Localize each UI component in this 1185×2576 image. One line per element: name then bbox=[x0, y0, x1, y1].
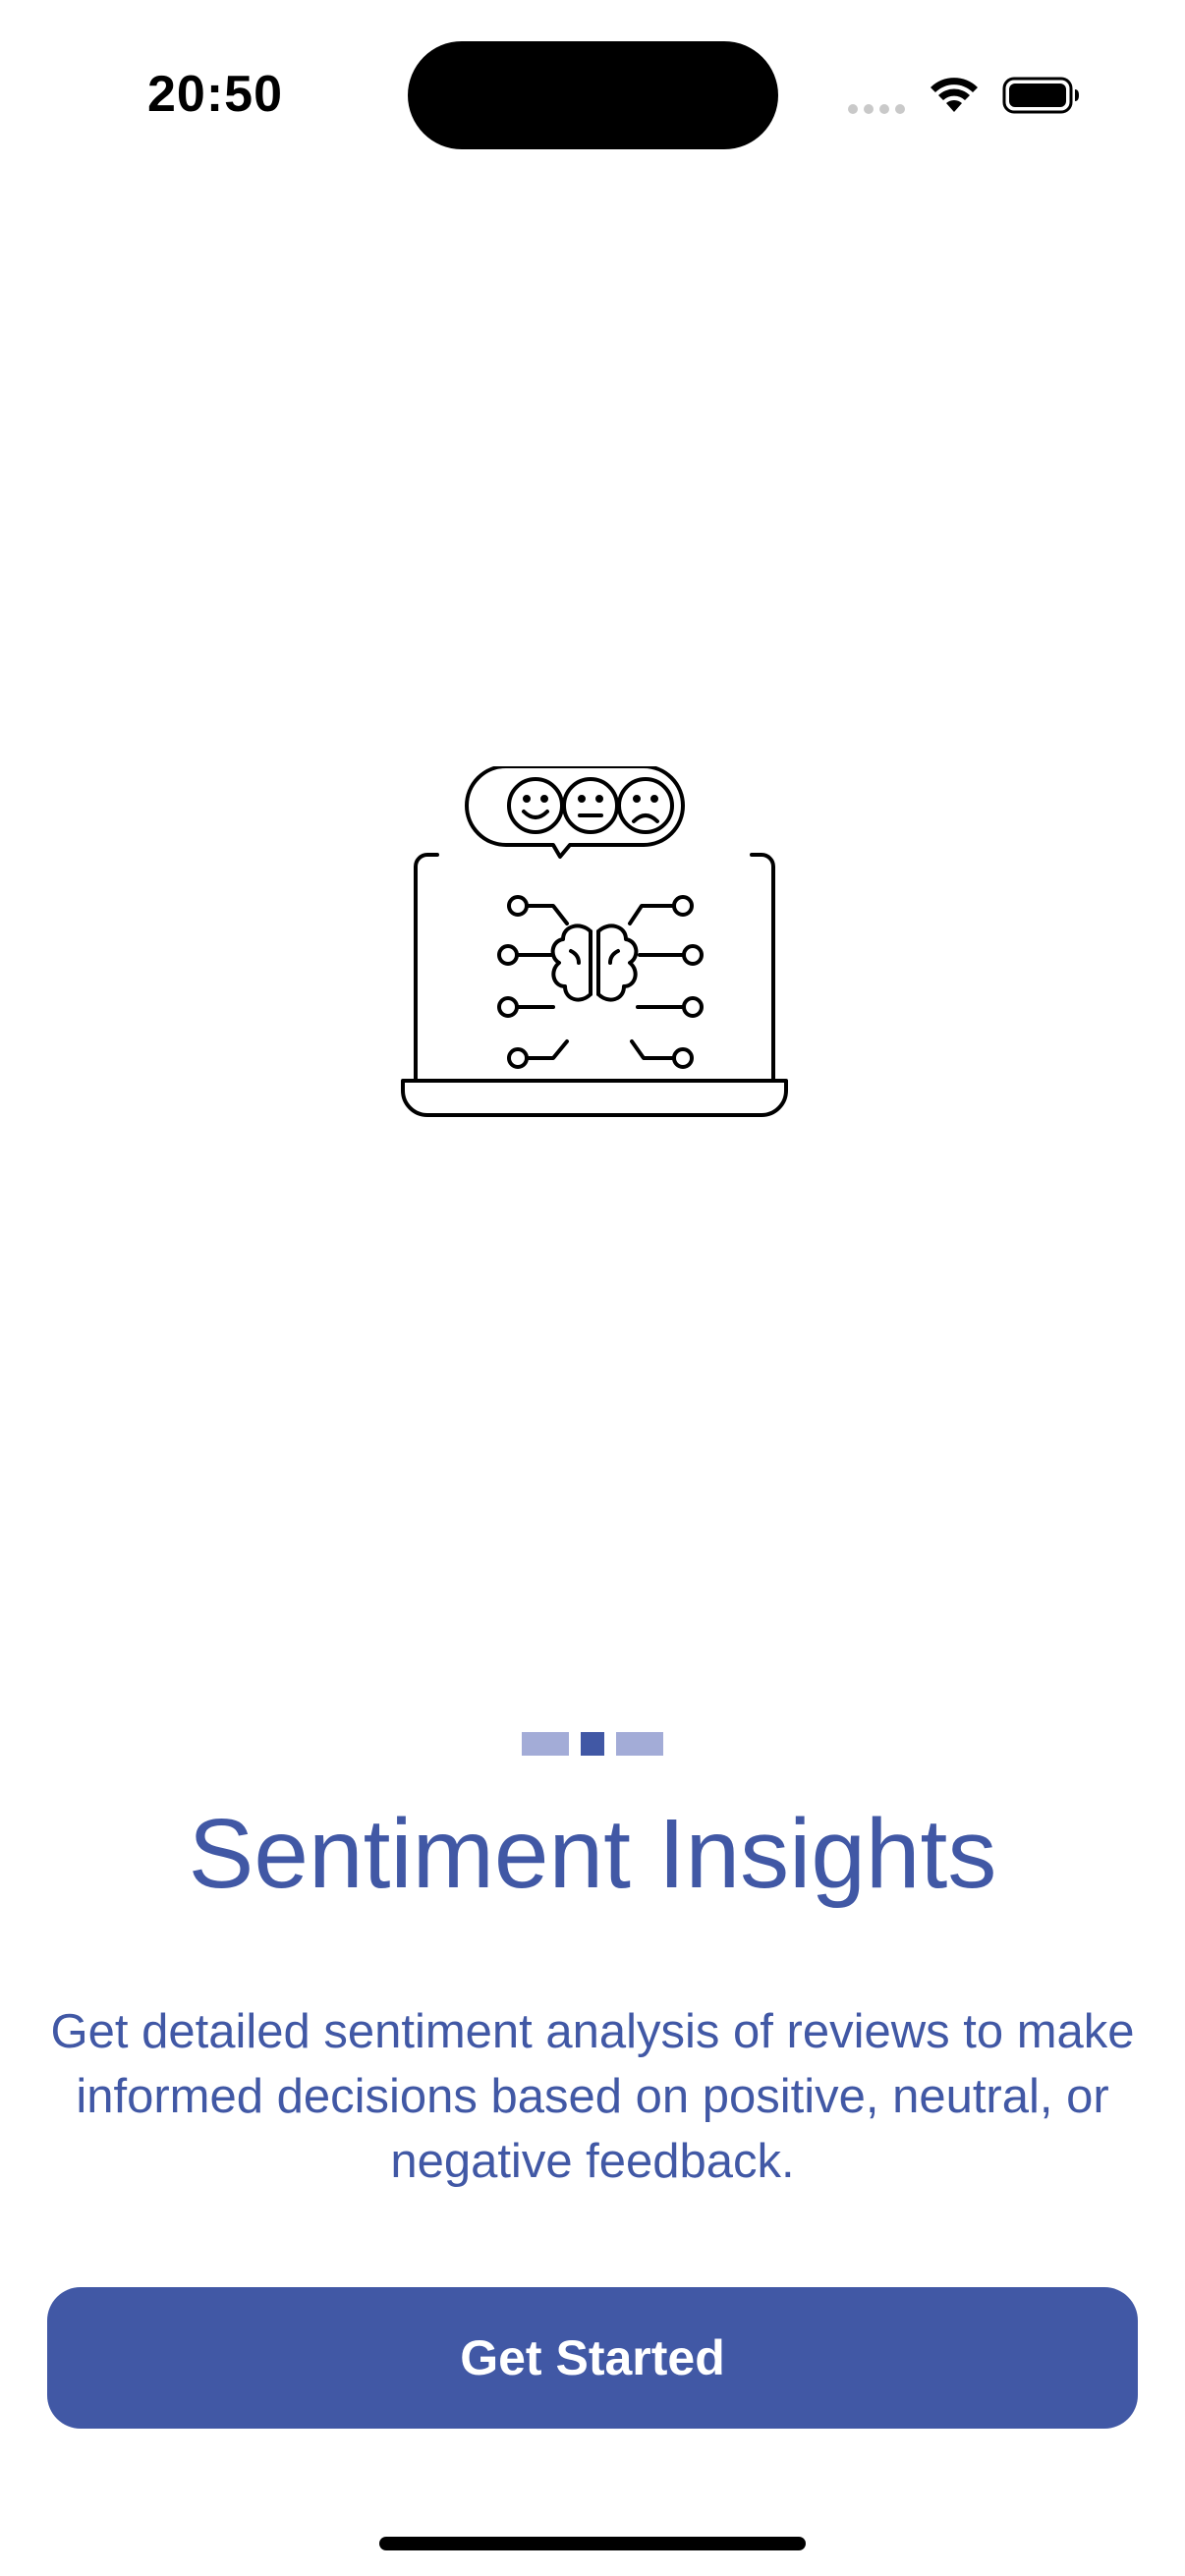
home-indicator[interactable] bbox=[379, 2537, 806, 2550]
cellular-signal-icon bbox=[848, 104, 905, 114]
status-time: 20:50 bbox=[147, 66, 283, 123]
get-started-button[interactable]: Get Started bbox=[47, 2287, 1138, 2429]
dynamic-island bbox=[408, 41, 778, 149]
onboarding-screen: 20:50 Sentiment Insights Get detailed se… bbox=[0, 0, 1185, 2576]
wifi-icon bbox=[931, 78, 978, 112]
page-title: Sentiment Insights bbox=[188, 1799, 997, 1909]
laptop-brain-sentiment-icon bbox=[401, 766, 788, 1117]
page-indicator-dot[interactable] bbox=[616, 1732, 663, 1756]
battery-icon bbox=[1002, 77, 1079, 114]
page-indicator bbox=[0, 1732, 1185, 1756]
page-indicator-dot-active[interactable] bbox=[581, 1732, 604, 1756]
page-indicator-dot[interactable] bbox=[522, 1732, 569, 1756]
page-description: Get detailed sentiment analysis of revie… bbox=[50, 2005, 1135, 2188]
